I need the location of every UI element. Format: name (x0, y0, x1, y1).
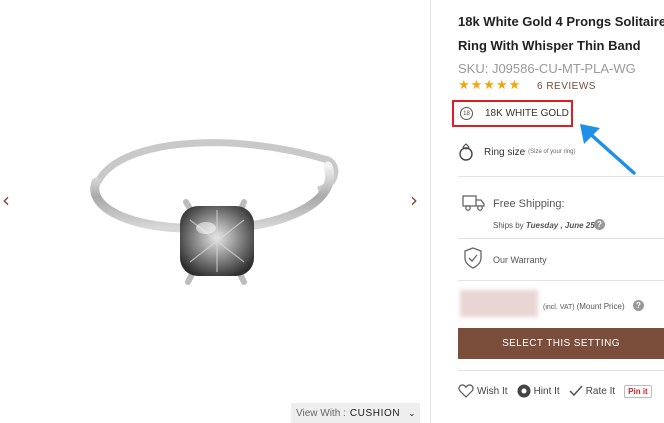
social-actions: Wish It Hint It Rate It Pin it (458, 380, 664, 402)
shipping-info-icon[interactable]: ? (594, 219, 605, 230)
ships-by-text: Ships by Tuesday , June 25 (493, 221, 595, 230)
free-shipping-label: Free Shipping: (493, 198, 565, 210)
divider (458, 280, 664, 281)
pinterest-icon: Pin it (628, 386, 648, 396)
ring-size-sub: (Size of your ring) (528, 149, 576, 155)
reviews-link[interactable]: 6 REVIEWS (537, 81, 596, 92)
divider (458, 238, 664, 239)
product-title-line-1: 18k White Gold 4 Prongs Solitaire C (458, 14, 664, 29)
hint-it-button[interactable]: Hint It (517, 384, 560, 398)
wish-it-label: Wish It (477, 385, 508, 397)
view-with-select[interactable]: View With : CUSHION ⌄ (291, 403, 420, 423)
truck-icon (462, 195, 485, 211)
price-note: (incl. VAT) (Mount Price) (543, 302, 625, 311)
gallery-next-arrow[interactable]: › (410, 188, 418, 212)
pinterest-button[interactable]: Pin it (624, 384, 652, 398)
ring-icon (459, 143, 473, 161)
ring-size-option[interactable]: Ring size (Size of your ring) (458, 142, 576, 162)
ring-product-image (90, 139, 339, 285)
shield-check-icon (464, 247, 482, 269)
warranty-label[interactable]: Our Warranty (493, 255, 547, 265)
ships-by-prefix: Ships by (493, 221, 526, 230)
rate-it-button[interactable]: Rate It (569, 384, 615, 398)
wish-it-button[interactable]: Wish It (458, 384, 508, 398)
rating-stars: ★★★★★ (458, 78, 522, 93)
metal-badge-icon: 18 (460, 107, 473, 120)
chevron-down-icon: ⌄ (408, 407, 416, 418)
gallery-prev-arrow[interactable]: ‹ (2, 188, 10, 212)
hint-it-label: Hint It (533, 385, 560, 397)
metal-option[interactable]: 18 18K WHITE GOLD (452, 100, 573, 127)
heart-icon (458, 384, 474, 398)
rate-it-label: Rate It (585, 385, 616, 397)
view-with-label: View With : (296, 407, 346, 419)
panel-divider (430, 0, 431, 423)
ring-size-label: Ring size (484, 146, 526, 158)
price-info-icon[interactable]: ? (633, 300, 644, 311)
product-gallery: ‹ › View With : CUSHION ⌄ (0, 0, 430, 423)
price-blurred (460, 290, 538, 317)
rate-check-icon (569, 385, 583, 397)
hint-icon (517, 384, 531, 398)
mount-price-label: (Mount Price) (576, 302, 625, 311)
incl-vat-label: (incl. VAT) (543, 304, 575, 311)
product-title: 18k White Gold 4 Prongs Solitaire C Ring… (458, 10, 664, 58)
metal-label: 18K WHITE GOLD (485, 108, 569, 119)
select-setting-button[interactable]: SELECT THIS SETTING (458, 328, 664, 359)
ships-by-date: Tuesday , June 25 (525, 221, 595, 230)
product-sku: SKU: J09586-CU-MT-PLA-WG (458, 61, 636, 76)
product-title-line-2: Ring With Whisper Thin Band (458, 38, 641, 53)
arrow-annotation-icon (580, 124, 636, 175)
divider (458, 370, 664, 371)
view-with-value: CUSHION (349, 407, 401, 419)
